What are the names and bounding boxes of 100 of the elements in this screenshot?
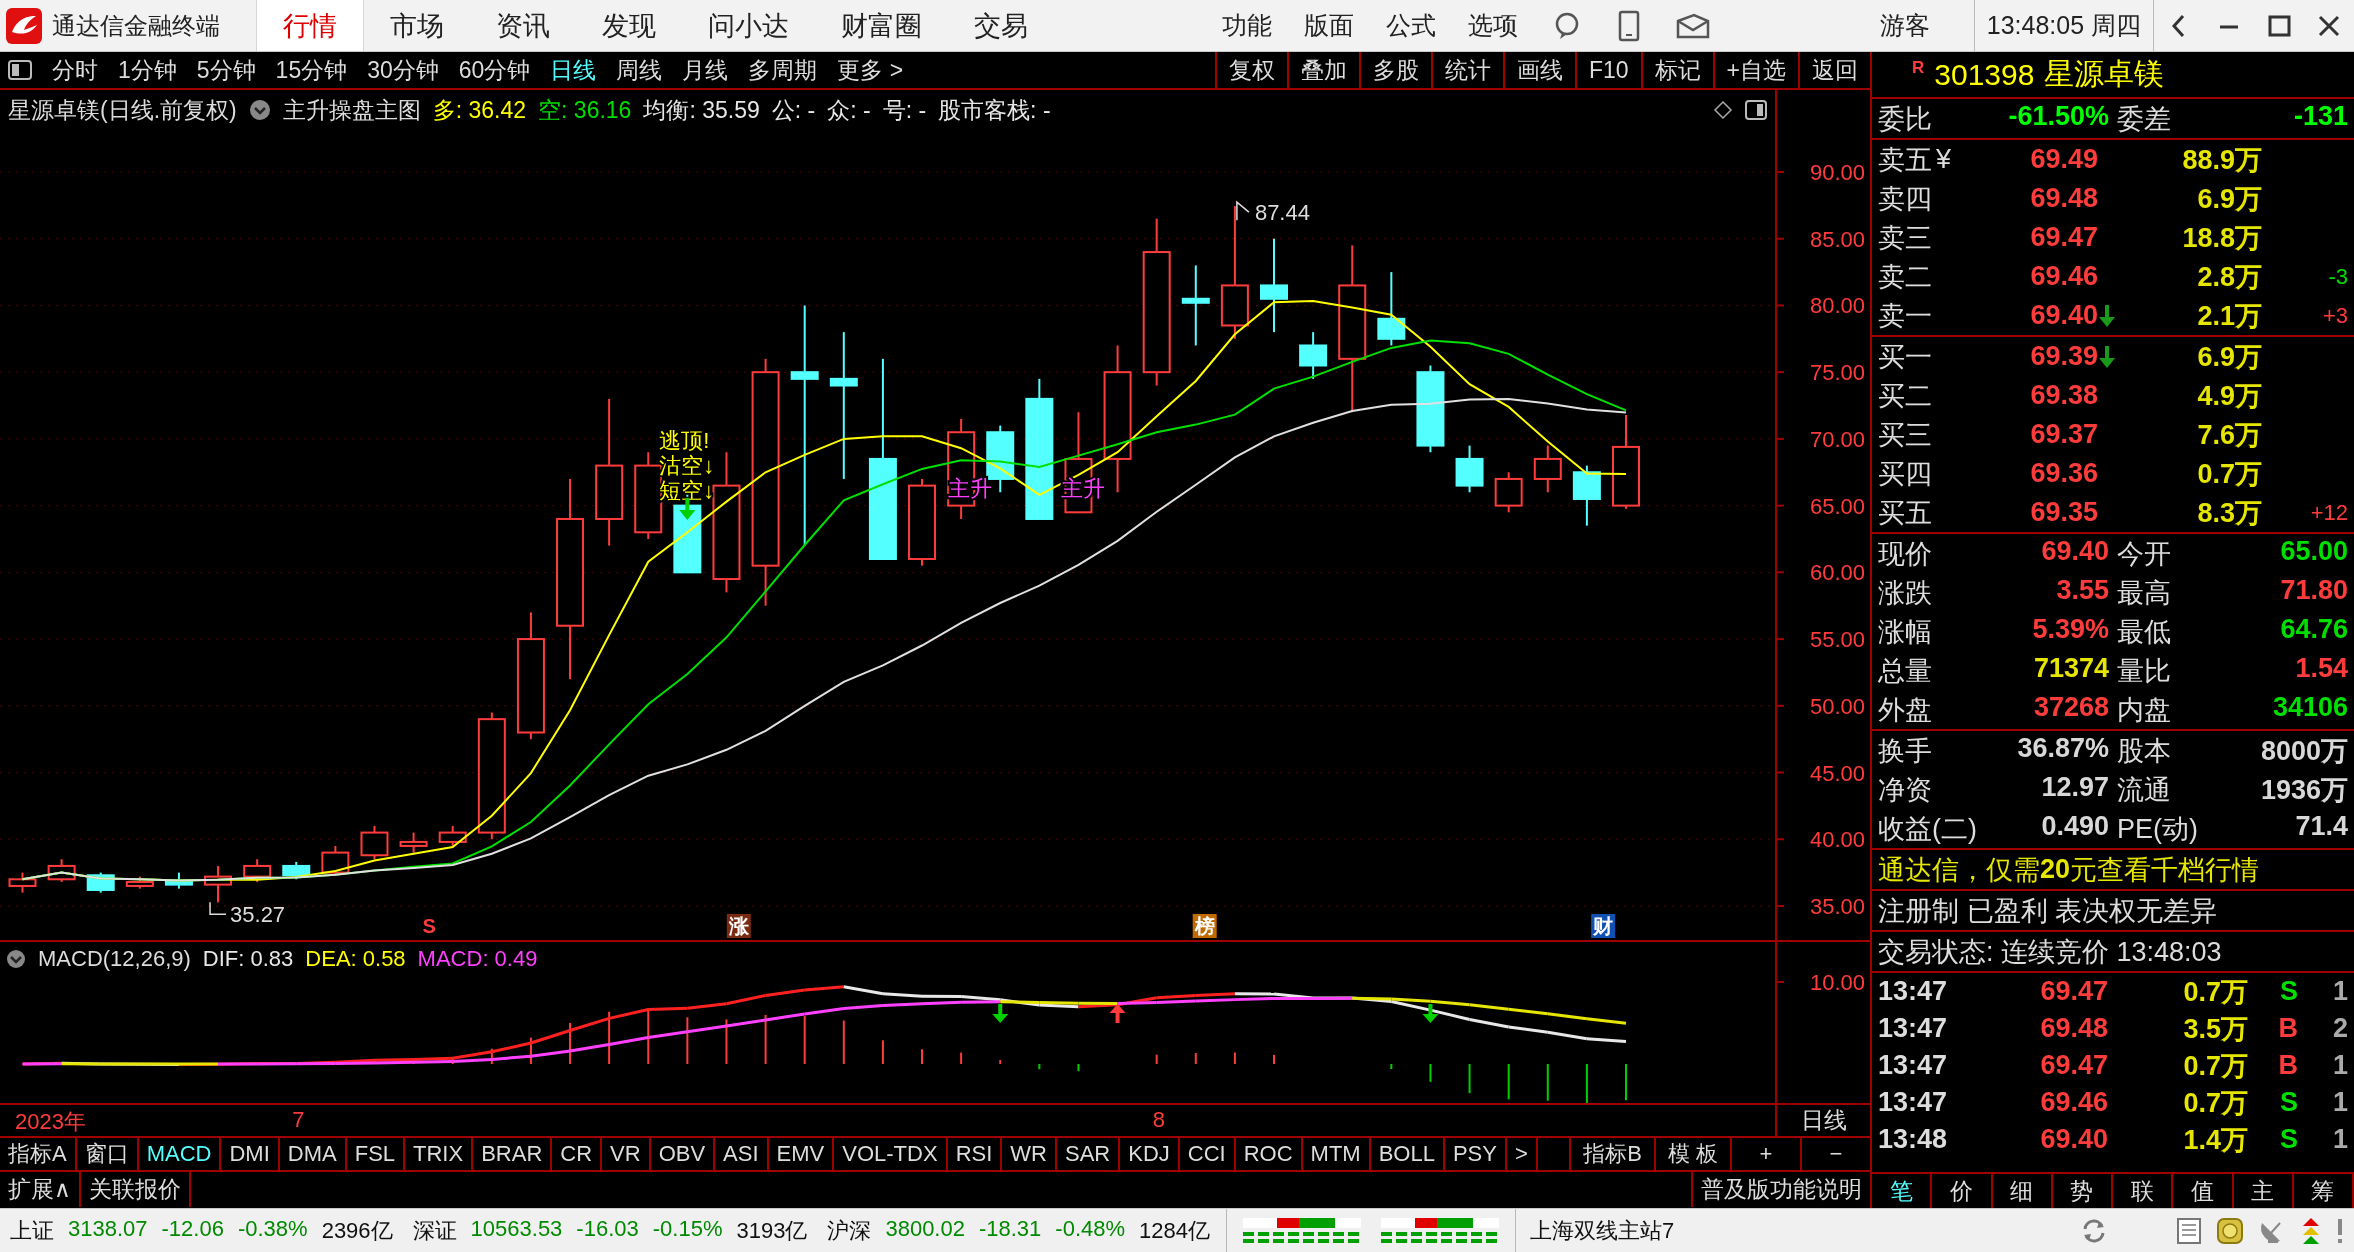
toolbar-button[interactable]: 叠加 <box>1286 52 1359 88</box>
indicator-name[interactable]: 主升操盘主图 <box>282 94 421 126</box>
field-label: 收益(二) <box>1878 812 1977 846</box>
toolbar-button[interactable]: 标记 <box>1640 52 1713 88</box>
indicator-tab[interactable]: PSY <box>1444 1138 1507 1170</box>
indicator-tab[interactable]: CCI <box>1179 1138 1236 1170</box>
tick-side: B <box>2277 1013 2298 1044</box>
period-tab[interactable]: 1分钟 <box>108 52 187 88</box>
tick-time: 13:47 <box>1878 1087 1949 1118</box>
chart-title: 星源卓镁(日线.前复权) <box>8 95 237 125</box>
panel-toggle-icon[interactable] <box>8 60 32 80</box>
toolbar-button[interactable]: 复权 <box>1214 52 1287 88</box>
menu-tab[interactable]: 市场 <box>364 0 470 51</box>
toolbar-button[interactable]: 统计 <box>1430 52 1503 88</box>
bid-ask-price: 69.48 <box>2029 183 2098 214</box>
toolbar-button[interactable]: 返回 <box>1798 52 1870 88</box>
alert-icon[interactable] <box>2336 1216 2344 1245</box>
indicator-tab[interactable]: VOL-TDX <box>834 1138 948 1170</box>
indicator-tool-button[interactable]: − <box>1800 1138 1870 1170</box>
menu-tab[interactable]: 问小达 <box>682 0 815 51</box>
date-label: 2023年 <box>15 1108 86 1136</box>
field-value: 71.80 <box>2280 574 2348 607</box>
indicator-tab[interactable]: 指标A <box>0 1138 77 1170</box>
tick-volume: 0.7万 <box>2182 975 2248 1009</box>
toolbar-button[interactable]: 多股 <box>1358 52 1431 88</box>
candle <box>164 871 193 890</box>
menu-item[interactable]: 选项 <box>1451 9 1534 42</box>
event-marker: S <box>422 915 436 937</box>
coin-icon[interactable] <box>2216 1216 2244 1245</box>
period-tab[interactable]: 15分钟 <box>265 52 358 88</box>
indicator-tab[interactable]: OBV <box>650 1138 716 1170</box>
indicator-tab[interactable]: > <box>1506 1138 1538 1170</box>
indicator-tab[interactable]: VR <box>602 1138 651 1170</box>
indicator-tab[interactable]: KDJ <box>1120 1138 1180 1170</box>
tick-time: 13:47 <box>1878 976 1949 1007</box>
index-amount: 2396亿 <box>321 1216 393 1245</box>
indicator-tab[interactable]: MTM <box>1302 1138 1371 1170</box>
document-icon[interactable] <box>2176 1216 2202 1245</box>
index-value: 3800.02 <box>885 1215 965 1243</box>
indicator-tool-button[interactable]: 指标B <box>1569 1138 1654 1170</box>
indicator-value: 多: 36.42 <box>432 95 527 125</box>
candle <box>1572 464 1601 527</box>
toolbar-button[interactable]: 画线 <box>1502 52 1575 88</box>
menu-tab[interactable]: 发现 <box>576 0 682 51</box>
period-tab[interactable]: 周线 <box>606 52 673 88</box>
axis-label: 65.00 <box>1809 493 1865 519</box>
indicator-tab[interactable]: CR <box>552 1138 603 1170</box>
period-tab[interactable]: 多周期 <box>738 52 828 88</box>
indicator-tab[interactable]: WR <box>1002 1138 1057 1170</box>
toolbar-button[interactable]: F10 <box>1574 52 1641 88</box>
period-tab[interactable]: 30分钟 <box>357 52 449 88</box>
field-label: 量比 <box>2117 654 2171 688</box>
indicator-tab[interactable]: RSI <box>947 1138 1003 1170</box>
period-tab[interactable]: 更多 > <box>827 52 914 88</box>
up-arrow-icon <box>1109 1004 1126 1023</box>
candle <box>8 871 37 894</box>
dropdown-icon[interactable] <box>6 949 26 969</box>
tick-volume: 0.7万 <box>2182 1049 2248 1083</box>
menu-item[interactable]: 功能 <box>1205 9 1288 42</box>
promo-text[interactable]: 通达信，仅需20元查看千档行情 <box>1872 850 2354 891</box>
indicator-tab[interactable]: TRIX <box>405 1138 474 1170</box>
period-tab[interactable]: 5分钟 <box>186 52 266 88</box>
indicator-tab[interactable]: FSL <box>346 1138 406 1170</box>
signal-label: 沽空↓ <box>659 453 715 478</box>
menu-item[interactable]: 公式 <box>1369 9 1452 42</box>
indicator-tab[interactable]: SAR <box>1056 1138 1121 1170</box>
tick-side: S <box>2279 1087 2298 1118</box>
menu-item[interactable]: 版面 <box>1287 9 1370 42</box>
indicator-tab[interactable]: EMV <box>768 1138 835 1170</box>
server-label[interactable]: 上海双线主站7 <box>1522 1215 1683 1246</box>
tick-volume: 1.4万 <box>2182 1123 2248 1157</box>
period-tab[interactable]: 分时 <box>42 52 108 88</box>
indicator-tab[interactable]: ROC <box>1235 1138 1303 1170</box>
indicator-tool-button[interactable]: + <box>1730 1138 1800 1170</box>
indicator-tab[interactable]: ASI <box>715 1138 769 1170</box>
menu-tab[interactable]: 财富圈 <box>815 0 948 51</box>
menu-tab[interactable]: 行情 <box>256 0 364 51</box>
indicator-tab[interactable]: MACD <box>138 1138 222 1170</box>
user-label[interactable]: 游客 <box>1879 9 1930 42</box>
menu-tab[interactable]: 资讯 <box>470 0 576 51</box>
indicator-tab[interactable]: 窗口 <box>76 1138 139 1170</box>
menu-tab[interactable]: 交易 <box>948 0 1054 51</box>
toolbar-button[interactable]: +自选 <box>1712 52 1798 88</box>
indicator-tab[interactable]: BRAR <box>473 1138 553 1170</box>
indicator-tab[interactable]: DMI <box>221 1138 280 1170</box>
diamond-icon[interactable] <box>1713 100 1733 120</box>
panel-toggle-icon[interactable] <box>1745 100 1767 120</box>
period-tab[interactable]: 月线 <box>672 52 739 88</box>
phone-icon[interactable] <box>1617 9 1640 42</box>
period-tab[interactable]: 60分钟 <box>448 52 541 88</box>
indicator-tab[interactable]: BOLL <box>1370 1138 1445 1170</box>
indicator-tool-button[interactable]: 模 板 <box>1653 1138 1730 1170</box>
bid-ask-price: 69.40 <box>2029 300 2098 331</box>
dropdown-icon[interactable] <box>248 99 271 121</box>
field-value: 12.97 <box>2041 771 2109 804</box>
mail-icon[interactable] <box>1675 12 1710 39</box>
field-value: 69.40 <box>2041 535 2109 568</box>
indicator-name[interactable]: MACD(12,26,9) <box>38 946 191 972</box>
indicator-tab[interactable]: DMA <box>279 1138 347 1170</box>
period-tab[interactable]: 日线 <box>540 52 607 88</box>
